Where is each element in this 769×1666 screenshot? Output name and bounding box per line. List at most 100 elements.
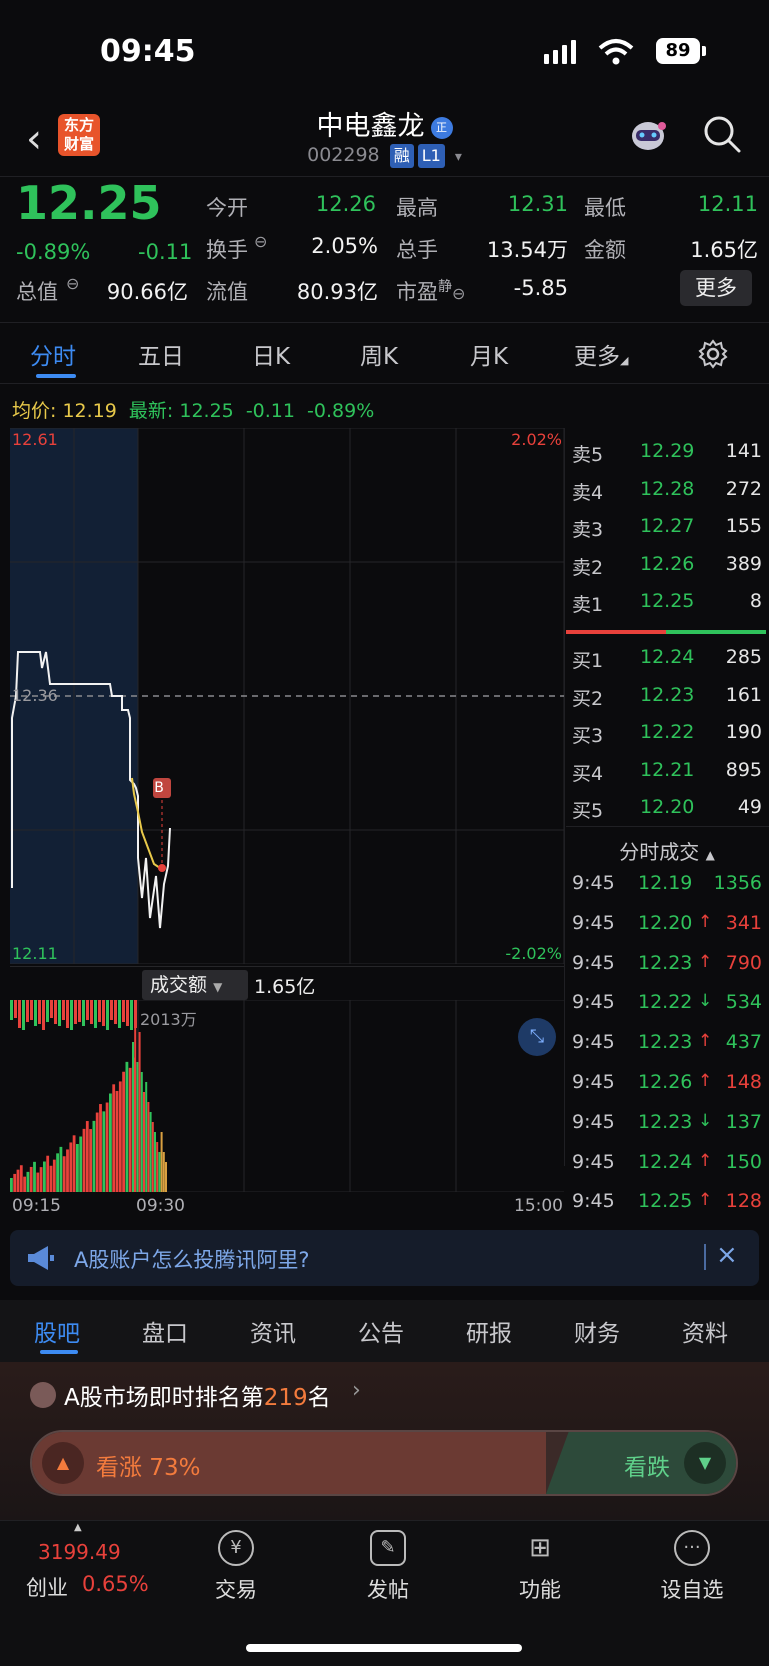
ask-row[interactable]: 卖4 12.28 272	[572, 478, 762, 515]
chart-tabs: 分时 五日 日K 周K 月K 更多◢	[0, 322, 769, 384]
volume-bar	[165, 1162, 167, 1192]
tab-finance[interactable]: 财务	[574, 1314, 620, 1348]
bid-row[interactable]: 买2 12.23 161	[572, 684, 762, 721]
rank-text[interactable]: A股市场即时排名第219名	[64, 1378, 331, 1412]
ask-row[interactable]: 卖5 12.29 141	[572, 440, 762, 477]
tab-5day[interactable]: 五日	[138, 337, 184, 371]
bid-row[interactable]: 买4 12.21 895	[572, 759, 762, 796]
trade-volume: 534	[725, 991, 762, 1014]
nav-watchlist[interactable]: ··· 设自选	[642, 1530, 742, 1604]
bull-label[interactable]: 看涨 73%	[96, 1448, 200, 1482]
ask-row[interactable]: 卖1 12.25 8	[572, 590, 762, 627]
rank-prefix: A股市场即时排名第	[64, 1385, 264, 1411]
trade-price: 12.23	[638, 1031, 693, 1054]
bull-arrow-icon[interactable]: ▲	[42, 1442, 84, 1484]
news-text[interactable]: A股账户怎么投腾讯阿里?	[74, 1244, 310, 1274]
change-percent: -0.89%	[16, 240, 91, 264]
pe-label-text: 市盈	[396, 280, 438, 304]
info-icon[interactable]: ⊖	[452, 284, 465, 303]
bear-arrow-icon[interactable]: ▼	[684, 1442, 726, 1484]
nav-functions[interactable]: ⊞ 功能	[490, 1530, 590, 1604]
expand-chart-icon[interactable]: ⤡	[518, 1018, 556, 1056]
margin-tag: 融	[389, 144, 414, 168]
dropdown-arrow-icon: ▼	[213, 980, 223, 994]
pe-label: 市盈静⊖	[396, 276, 465, 306]
volume-bar	[22, 1000, 25, 1030]
sentiment-bar: ▲ 看涨 73% 看跌 ▼	[30, 1430, 738, 1496]
volume-bar	[56, 1153, 59, 1192]
ask-volume: 272	[725, 477, 762, 500]
ask-row[interactable]: 卖3 12.27 155	[572, 515, 762, 552]
bid-row[interactable]: 买1 12.24 285	[572, 646, 762, 683]
volume-bar	[147, 1102, 150, 1192]
ask-row[interactable]: 卖2 12.26 389	[572, 553, 762, 590]
trade-direction-icon: ↑	[698, 1031, 713, 1052]
orderbook-divider	[564, 428, 565, 1166]
volume-bar	[10, 1178, 13, 1192]
x-axis-close: 15:00	[514, 1196, 563, 1216]
robot-assistant-icon[interactable]	[626, 116, 670, 156]
more-button[interactable]: 更多	[680, 270, 752, 306]
volume-bar	[43, 1161, 46, 1192]
volume-bar	[86, 1000, 89, 1020]
volume-bar	[46, 1000, 49, 1022]
latest-value: 12.25	[179, 400, 234, 422]
trade-row: 9:45 12.19 1356	[572, 872, 762, 912]
info-icon[interactable]: ⊖	[254, 232, 267, 251]
caret-up-icon: ▲	[74, 1522, 82, 1533]
info-icon[interactable]: ⊖	[66, 274, 79, 293]
volume-bar	[136, 1062, 139, 1192]
trade-volume: 128	[725, 1190, 762, 1213]
tab-intraday[interactable]: 分时	[30, 337, 76, 371]
trade-direction-icon: ↑	[698, 911, 713, 932]
tab-daily-k[interactable]: 日K	[252, 337, 290, 371]
nav-watchlist-label: 设自选	[660, 1578, 724, 1602]
bid-row[interactable]: 买5 12.20 49	[572, 796, 762, 833]
trades-title[interactable]: 分时成交 ▲	[572, 836, 762, 865]
active-tab-underline	[40, 1350, 78, 1354]
nav-post[interactable]: ✎ 发帖	[338, 1530, 438, 1604]
volume-bar	[14, 1000, 17, 1018]
nav-post-label: 发帖	[367, 1578, 409, 1602]
tab-more[interactable]: 更多◢	[574, 337, 628, 371]
nav-functions-label: 功能	[519, 1578, 561, 1602]
trade-yen-icon: ¥	[218, 1530, 254, 1566]
index-change[interactable]: 0.65%	[82, 1572, 149, 1596]
index-name[interactable]: 创业	[26, 1572, 68, 1602]
volume-bar	[69, 1142, 73, 1192]
trade-time: 9:45	[572, 1190, 615, 1213]
tab-news[interactable]: 资讯	[250, 1314, 296, 1348]
chevron-right-icon[interactable]: ›	[352, 1378, 361, 1403]
volume-bar	[122, 1071, 125, 1192]
bear-label[interactable]: 看跌	[624, 1448, 670, 1482]
index-value[interactable]: 3199.49	[38, 1540, 121, 1564]
volume-bar	[145, 1082, 148, 1192]
tab-monthly-k[interactable]: 月K	[470, 337, 508, 371]
tab-handicap[interactable]: 盘口	[142, 1314, 188, 1348]
volume-bar	[76, 1144, 79, 1192]
tab-research[interactable]: 研报	[466, 1314, 512, 1348]
tab-weekly-k[interactable]: 周K	[360, 337, 398, 371]
book-sep-ask	[566, 630, 666, 634]
volume-bar	[62, 1000, 65, 1020]
intraday-price-chart[interactable]	[10, 428, 564, 964]
grid-apps-icon: ⊞	[529, 1533, 551, 1563]
volume-bar	[26, 1000, 29, 1022]
settings-gear-icon[interactable]	[698, 339, 728, 369]
close-icon[interactable]: ×	[716, 1240, 738, 1270]
float-cap-value: 80.93亿	[296, 280, 378, 304]
bid-row[interactable]: 买3 12.22 190	[572, 721, 762, 758]
change-amount: -0.11	[138, 240, 193, 264]
search-icon[interactable]	[702, 114, 742, 154]
tab-announcements[interactable]: 公告	[358, 1314, 404, 1348]
caret-up-icon: ▲	[705, 848, 715, 862]
trade-volume: 148	[725, 1071, 762, 1093]
book-sep-bid	[666, 630, 766, 634]
volume-metric-selector[interactable]: 成交额 ▼	[142, 970, 248, 1000]
rank-chart-icon	[30, 1382, 56, 1408]
bid-price: 12.23	[640, 683, 695, 706]
nav-trade[interactable]: ¥ 交易	[186, 1530, 286, 1604]
verified-badge-icon: 正	[430, 116, 453, 139]
tab-forum[interactable]: 股吧	[34, 1314, 80, 1348]
tab-profile[interactable]: 资料	[682, 1314, 728, 1348]
